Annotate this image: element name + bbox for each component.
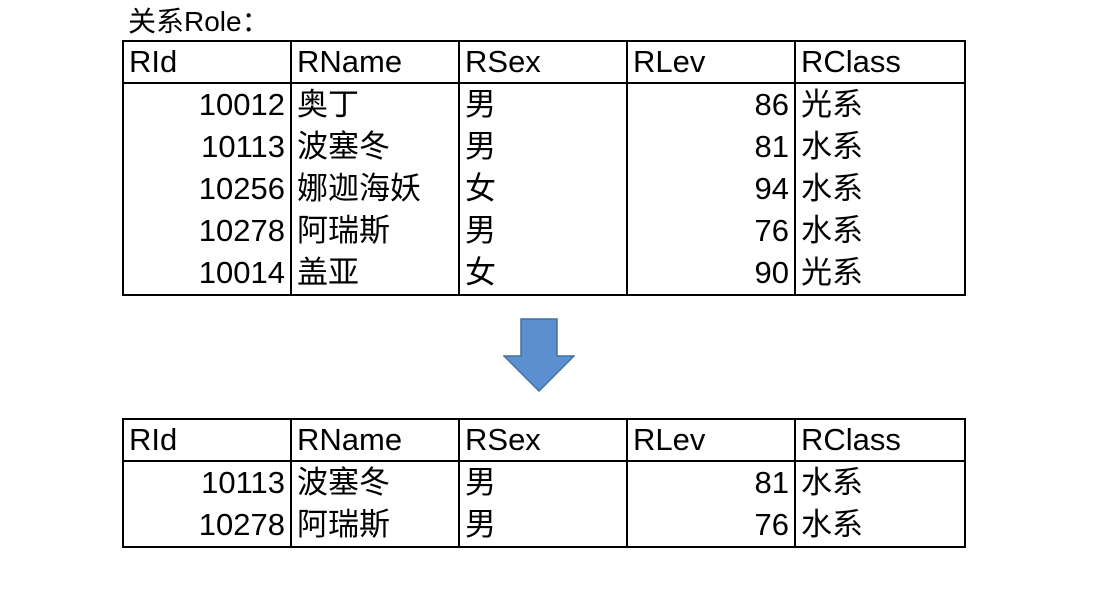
column-header-rclass: RClass [794,418,966,462]
table-row: 10012 奥丁 男 86 光系 [122,83,966,126]
table-row: 10113 波塞冬 男 81 水系 [122,126,966,168]
result-relation-table: RId RName RSex RLev RClass 10113 波塞冬 男 8… [122,418,966,548]
column-header-rsex: RSex [458,40,628,84]
cell-rlev: 81 [626,461,796,504]
column-header-rlev: RLev [626,418,796,462]
cell-rclass: 水系 [794,504,966,548]
arrow-shape [503,318,575,392]
column-header-rname: RName [290,418,460,462]
cell-rsex: 男 [458,126,628,168]
cell-rlev: 76 [626,210,796,252]
column-header-rname: RName [290,40,460,84]
column-header-rlev: RLev [626,40,796,84]
cell-rname: 阿瑞斯 [290,210,460,252]
cell-rsex: 男 [458,504,628,548]
table-header-row: RId RName RSex RLev RClass [122,40,966,84]
cell-rname: 奥丁 [290,83,460,126]
cell-rsex: 男 [458,461,628,504]
cell-rname: 阿瑞斯 [290,504,460,548]
down-arrow-icon [503,318,575,392]
table-row: 10113 波塞冬 男 81 水系 [122,461,966,504]
cell-rname: 盖亚 [290,252,460,296]
cell-rclass: 水系 [794,126,966,168]
table-header-row: RId RName RSex RLev RClass [122,418,966,462]
cell-rid: 10278 [122,210,292,252]
cell-rid: 10113 [122,126,292,168]
cell-rclass: 光系 [794,83,966,126]
cell-rname: 波塞冬 [290,126,460,168]
column-header-rsex: RSex [458,418,628,462]
cell-rid: 10278 [122,504,292,548]
cell-rsex: 女 [458,252,628,296]
cell-rsex: 女 [458,168,628,210]
cell-rsex: 男 [458,210,628,252]
cell-rid: 10012 [122,83,292,126]
cell-rlev: 94 [626,168,796,210]
cell-rclass: 光系 [794,252,966,296]
cell-rid: 10113 [122,461,292,504]
relation-caption: 关系Role： [128,6,270,37]
cell-rname: 娜迦海妖 [290,168,460,210]
cell-rclass: 水系 [794,168,966,210]
cell-rid: 10256 [122,168,292,210]
cell-rlev: 86 [626,83,796,126]
cell-rid: 10014 [122,252,292,296]
cell-rclass: 水系 [794,461,966,504]
table-row: 10278 阿瑞斯 男 76 水系 [122,210,966,252]
column-header-rclass: RClass [794,40,966,84]
cell-rlev: 76 [626,504,796,548]
column-header-rid: RId [122,40,292,84]
column-header-rid: RId [122,418,292,462]
cell-rsex: 男 [458,83,628,126]
cell-rname: 波塞冬 [290,461,460,504]
table-row: 10014 盖亚 女 90 光系 [122,252,966,296]
cell-rlev: 81 [626,126,796,168]
table-row: 10256 娜迦海妖 女 94 水系 [122,168,966,210]
table-row: 10278 阿瑞斯 男 76 水系 [122,504,966,548]
cell-rclass: 水系 [794,210,966,252]
source-relation-table: RId RName RSex RLev RClass 10012 奥丁 男 86… [122,40,966,296]
cell-rlev: 90 [626,252,796,296]
